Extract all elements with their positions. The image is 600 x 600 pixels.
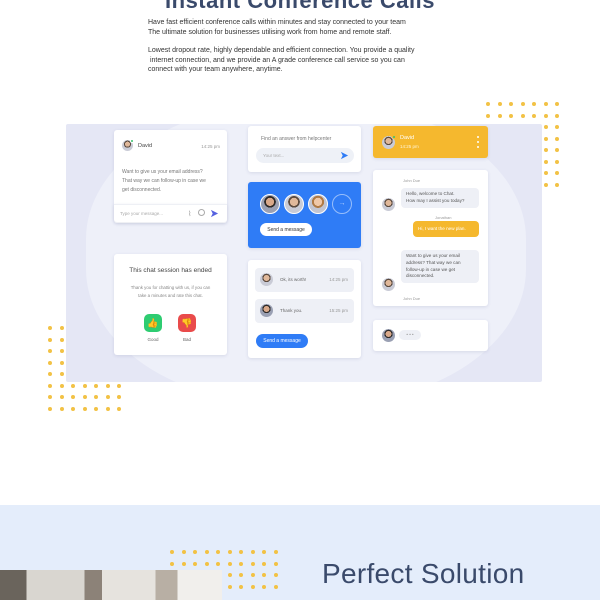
- thumbs-down-button[interactable]: 👎: [178, 314, 196, 332]
- conversation-card: John Due Hello, welcome to Chat. How may…: [373, 170, 488, 306]
- send-icon[interactable]: [210, 209, 219, 218]
- thread-avatar: [260, 273, 273, 286]
- intro-line: Have fast efficient conference calls wit…: [148, 19, 406, 26]
- session-ended-text: Thank you for chatting with us, if you c…: [114, 284, 227, 300]
- message-line: Want to give us your email address?: [122, 169, 203, 175]
- send-message-button[interactable]: Send a message: [260, 223, 312, 236]
- agent-email-bubble: Want to give us your email address? That…: [401, 250, 479, 284]
- team-avatar: [308, 194, 328, 214]
- thumbs-up-button[interactable]: 👍: [144, 314, 162, 332]
- message-line: get disconnected.: [122, 187, 162, 193]
- agent-greeting-bubble: Hello, welcome to Chat. How may I assist…: [401, 188, 479, 208]
- message-input[interactable]: Type your message...: [120, 211, 163, 216]
- team-avatar: [284, 194, 304, 214]
- helpcenter-card: Find an answer from helpcenter Your text…: [248, 126, 361, 172]
- bubble-line: How may I assist you today?: [406, 197, 465, 203]
- team-avatar: [260, 194, 280, 214]
- thread-item[interactable]: Thank you. 15:25 pm: [255, 299, 354, 323]
- agent-avatar: [382, 135, 396, 149]
- agent-avatar: [382, 278, 395, 291]
- bubble-line: Hello, welcome to Chat.: [406, 191, 455, 196]
- bubble-line: disconnected.: [406, 273, 435, 279]
- thumbs-up-icon: 👍: [147, 318, 159, 328]
- helpcenter-search[interactable]: Your text...: [256, 148, 354, 163]
- emoji-icon[interactable]: [198, 209, 205, 216]
- thread-card: Ok, its worth! 14:25 pm Thank you. 15:25…: [248, 260, 361, 358]
- agent-time: 14:25 pm: [400, 144, 419, 149]
- thread-item[interactable]: Ok, its worth! 14:25 pm: [255, 268, 354, 292]
- typing-indicator: • • •: [399, 330, 421, 340]
- session-ended-title: This chat session has ended: [129, 267, 212, 274]
- chat-widgets-showcase: David 14:25 pm Want to give us your emai…: [66, 124, 542, 382]
- paperclip-icon[interactable]: ⌇: [188, 210, 191, 218]
- bad-label: Bad: [182, 337, 191, 342]
- intro-paragraph-2: Lowest dropout rate, highly dependable a…: [148, 46, 478, 75]
- david-avatar: [122, 139, 134, 151]
- message-composer: Type your message... ⌇: [114, 204, 227, 222]
- agent-avatar: [382, 329, 395, 342]
- intro-line: internet connection, and we provide an A…: [149, 56, 405, 64]
- user-message-bubble: Hi, I want the new plan.: [413, 221, 479, 237]
- thread-item-time: 14:25 pm: [329, 277, 348, 282]
- intro-line: The ultimate solution for businesses uti…: [148, 28, 392, 36]
- more-icon[interactable]: [477, 136, 479, 148]
- message-line: That way we can follow-up in case we: [122, 178, 206, 184]
- helpcenter-title: Find an answer from helpcenter: [261, 136, 332, 142]
- session-ended-card: This chat session has ended Thank you fo…: [114, 254, 227, 355]
- agent-avatar: [382, 198, 395, 211]
- thread-item-time: 15:25 pm: [329, 308, 348, 313]
- chat-card-time: 14:25 pm: [201, 144, 220, 149]
- intro-line: Lowest dropout rate, highly dependable a…: [148, 47, 415, 54]
- team-card: → Send a message: [248, 182, 361, 248]
- hero-title: Instant Conference Calls: [165, 0, 435, 13]
- arrow-right-icon[interactable]: →: [332, 194, 352, 214]
- section-title: Perfect Solution: [322, 558, 525, 589]
- thread-avatar: [260, 304, 273, 317]
- thumbs-down-icon: 👎: [181, 318, 193, 328]
- helpcenter-input[interactable]: Your text...: [263, 153, 284, 158]
- send-icon[interactable]: [340, 151, 349, 160]
- bubble-line: Want to give us your email: [406, 253, 460, 258]
- chat-card-name: David: [138, 143, 153, 149]
- text-line: Thank you for chatting with us, if you c…: [130, 285, 211, 290]
- bubble-line: address? That way we can: [406, 259, 461, 265]
- typing-card: • • •: [373, 320, 488, 351]
- bubble-line: follow-up in case we get: [406, 266, 456, 272]
- thread-item-text: Ok, its worth!: [280, 277, 307, 282]
- agent-label: John Due: [403, 178, 421, 183]
- good-label: Good: [147, 337, 159, 342]
- user-label: Jonathan: [435, 215, 452, 220]
- send-message-button[interactable]: Send a message: [256, 334, 308, 348]
- office-photo: [0, 570, 222, 600]
- agent-name: David: [400, 135, 415, 141]
- intro-line: connect with your team anywhere, anytime…: [148, 66, 283, 73]
- text-line: take a minutes and rate this chat.: [138, 293, 203, 298]
- agent-label: John Due: [403, 296, 421, 301]
- intro-paragraph-1: Have fast efficient conference calls wit…: [148, 18, 478, 37]
- page: Instant Conference Calls Have fast effic…: [0, 0, 600, 600]
- chat-card-message: Want to give us your email address? That…: [122, 168, 206, 195]
- agent-header-card: David 14:25 pm: [373, 126, 488, 158]
- hero-intro: Have fast efficient conference calls wit…: [148, 18, 478, 84]
- thread-item-text: Thank you.: [280, 308, 303, 313]
